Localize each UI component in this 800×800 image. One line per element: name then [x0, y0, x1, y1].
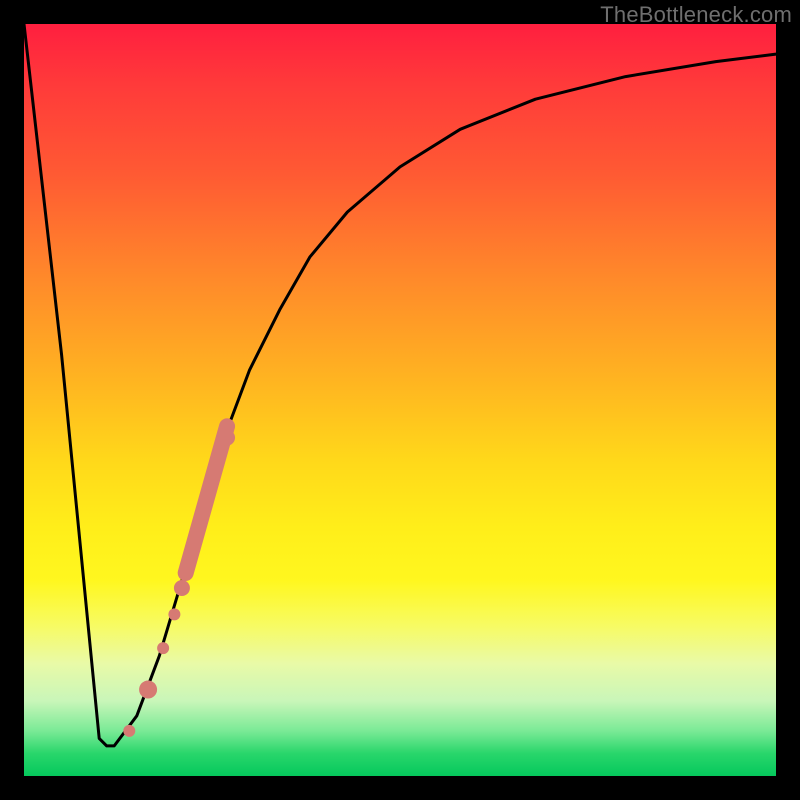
highlight-dot	[123, 725, 135, 737]
highlight-dot	[174, 580, 190, 596]
highlight-dot	[219, 430, 235, 446]
highlight-dot	[139, 681, 157, 699]
bottleneck-curve	[24, 24, 776, 746]
watermark-text: TheBottleneck.com	[600, 2, 792, 28]
highlight-band	[186, 426, 227, 573]
plot-area	[24, 24, 776, 776]
bottleneck-chart	[24, 24, 776, 776]
highlight-dot	[168, 608, 180, 620]
highlight-dot	[157, 642, 169, 654]
chart-frame: TheBottleneck.com	[0, 0, 800, 800]
